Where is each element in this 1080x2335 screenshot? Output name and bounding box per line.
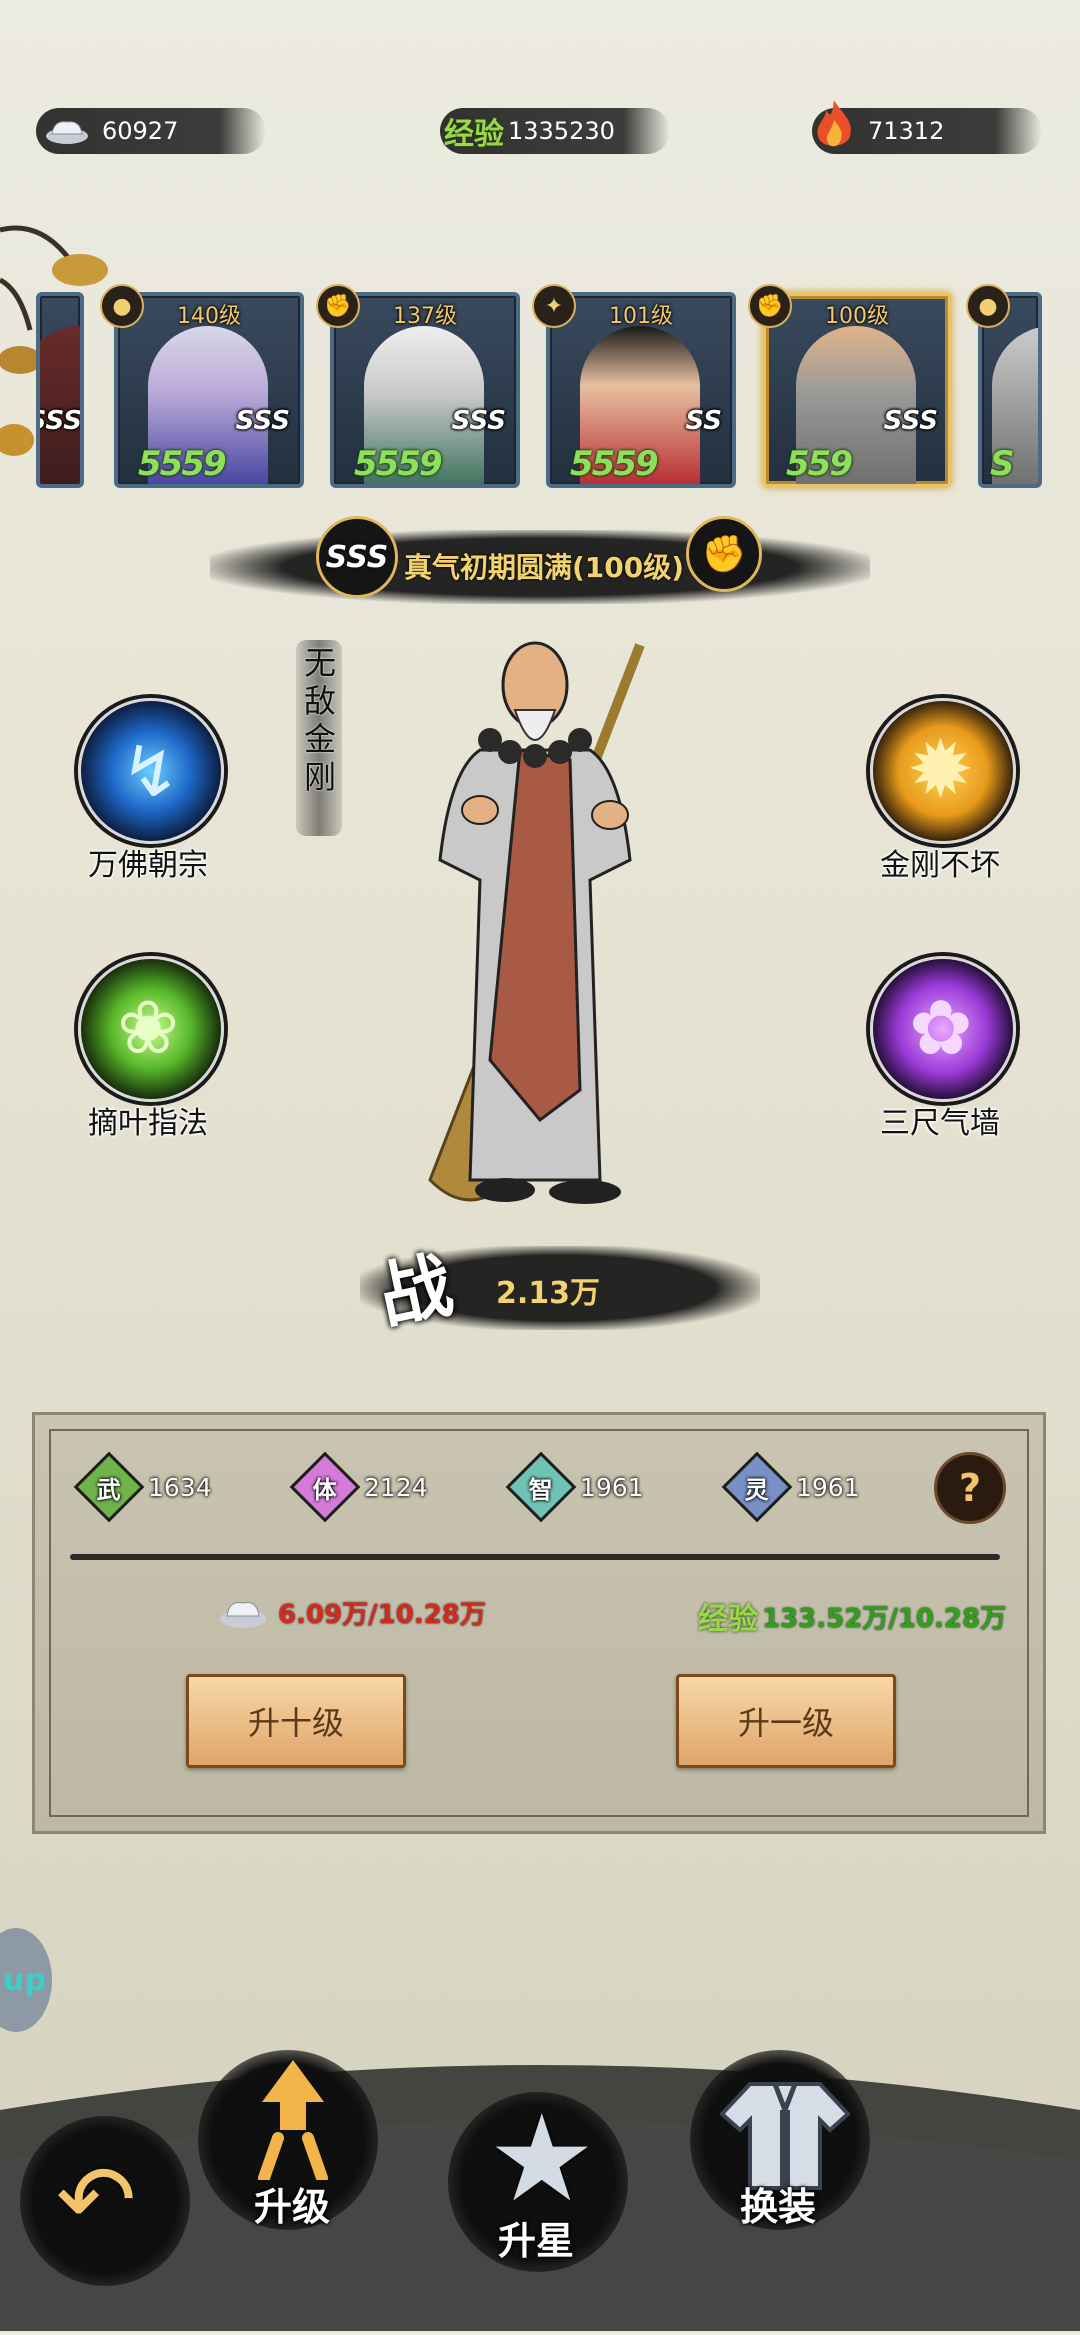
nav-upgrade-label: 升级 [253, 2185, 330, 2229]
fire-amount: 71312 [868, 117, 945, 145]
stat-zhi: 智 1961 [505, 1451, 644, 1523]
panel-divider [70, 1554, 1000, 1560]
fist-icon: ✊ [316, 284, 360, 328]
hero-card-selected[interactable]: 100级 SSS 559 [762, 292, 952, 488]
stat-zhi-value: 1961 [580, 1472, 644, 1502]
fist-icon: ✊ [748, 284, 792, 328]
stat-zhi-icon: 智 [505, 1451, 577, 1523]
stat-wu-icon: 武 [73, 1451, 145, 1523]
hero-card[interactable]: 140级 SSS 5559 [114, 292, 304, 488]
sword-icon: ✦ [532, 284, 576, 328]
silver-amount: 60927 [102, 117, 179, 145]
hero-level: 100级 [825, 304, 889, 329]
back-button[interactable]: ↶ [20, 2116, 190, 2286]
stat-wu-value: 1634 [148, 1472, 212, 1502]
skill-label: 摘叶指法 [88, 1106, 208, 1141]
class-fist-icon: ✊ [686, 516, 762, 592]
silver-ingot-icon [44, 116, 90, 146]
skill-jingang-button[interactable]: ✹ [870, 698, 1016, 844]
battle-power-value: 2.13万 [496, 1276, 601, 1311]
silver-cost-value: 6.09万/10.28万 [278, 1600, 486, 1630]
leaf-icon: ❀ [117, 985, 180, 1071]
upgrade-one-button[interactable]: 升一级 [676, 1674, 896, 1768]
silver-cost: 6.09万/10.28万 [218, 1594, 486, 1631]
silver-ingot-icon [218, 1596, 268, 1630]
realm-text: 真气初期圆满(100级) [404, 551, 685, 584]
stat-ling-value: 1961 [796, 1472, 860, 1502]
skill-wanfo-button[interactable]: ↯ [78, 698, 224, 844]
exp-cost: 经验 133.52万/10.28万 [698, 1594, 1006, 1638]
hero-rank: SSS [235, 406, 290, 436]
exp-cost-value: 133.52万/10.28万 [762, 1603, 1007, 1634]
stat-wu: 武 1634 [73, 1451, 212, 1523]
robe-icon [719, 2080, 851, 2190]
gourd-icon: ● [966, 284, 1010, 328]
hero-name-vertical: 无敌金刚 [303, 644, 336, 796]
skill-label: 三尺气墙 [880, 1106, 1000, 1141]
rank-text: SSS [325, 539, 389, 575]
hero-stars: 559 [786, 444, 853, 484]
back-arrow-icon: ↶ [56, 2144, 137, 2256]
help-button[interactable]: ? [934, 1452, 1006, 1524]
upgrade-ten-button[interactable]: 升十级 [186, 1674, 406, 1768]
purple-qi-icon: ✿ [909, 983, 973, 1072]
nav-equip-label: 换装 [739, 2185, 816, 2229]
hero-level: 101级 [609, 304, 673, 329]
hero-stars: 5559 [354, 444, 443, 484]
exp-resource: 经验 1335230 [440, 108, 670, 154]
hero-level: 140级 [177, 304, 241, 329]
stat-ti: 体 2124 [289, 1451, 428, 1523]
upgrade-arrow-icon [258, 2060, 328, 2184]
skill-zhaiye-button[interactable]: ❀ [78, 956, 224, 1102]
stat-ling: 灵 1961 [721, 1451, 860, 1523]
hero-rank: SSS [451, 406, 506, 436]
exp-cost-label: 经验 [698, 1602, 758, 1637]
stat-ti-icon: 体 [289, 1451, 361, 1523]
hero-level: 137级 [393, 304, 457, 329]
hero-rank: SSS [883, 406, 938, 436]
side-float-label: up [3, 1962, 46, 1998]
nav-star-label: 升星 [497, 2219, 574, 2263]
exp-amount: 1335230 [508, 117, 615, 145]
skill-label: 金刚不坏 [880, 848, 1000, 883]
hero-rank: SS [685, 406, 722, 436]
hero-stars: 5559 [138, 444, 227, 484]
hero-stars: 5559 [570, 444, 659, 484]
exp-label: 经验 [444, 117, 504, 152]
golden-burst-icon: ✹ [907, 723, 975, 816]
skill-sanchi-button[interactable]: ✿ [870, 956, 1016, 1102]
hero-card[interactable]: 137级 SSS 5559 [330, 292, 520, 488]
hero-rank: SSS [40, 406, 82, 436]
hero-stars: S [990, 444, 1014, 484]
help-icon: ? [958, 1466, 982, 1510]
hero-card[interactable]: 101级 SS 5559 [546, 292, 736, 488]
stat-ling-icon: 灵 [721, 1451, 793, 1523]
rank-badge: SSS [316, 516, 398, 598]
silver-resource: 60927 [36, 108, 266, 154]
gourd-icon: ● [100, 284, 144, 328]
lightning-icon: ↯ [121, 731, 180, 813]
skill-label: 万佛朝宗 [88, 848, 208, 883]
stat-ti-value: 2124 [364, 1472, 428, 1502]
hero-card-partial-left[interactable]: SSS [36, 292, 84, 488]
star-icon: ★ [488, 2090, 596, 2229]
fire-resource: 71312 [812, 100, 1042, 154]
side-float-button[interactable]: up [0, 1928, 52, 2032]
hero-portrait [370, 620, 700, 1220]
fire-icon [812, 98, 856, 154]
